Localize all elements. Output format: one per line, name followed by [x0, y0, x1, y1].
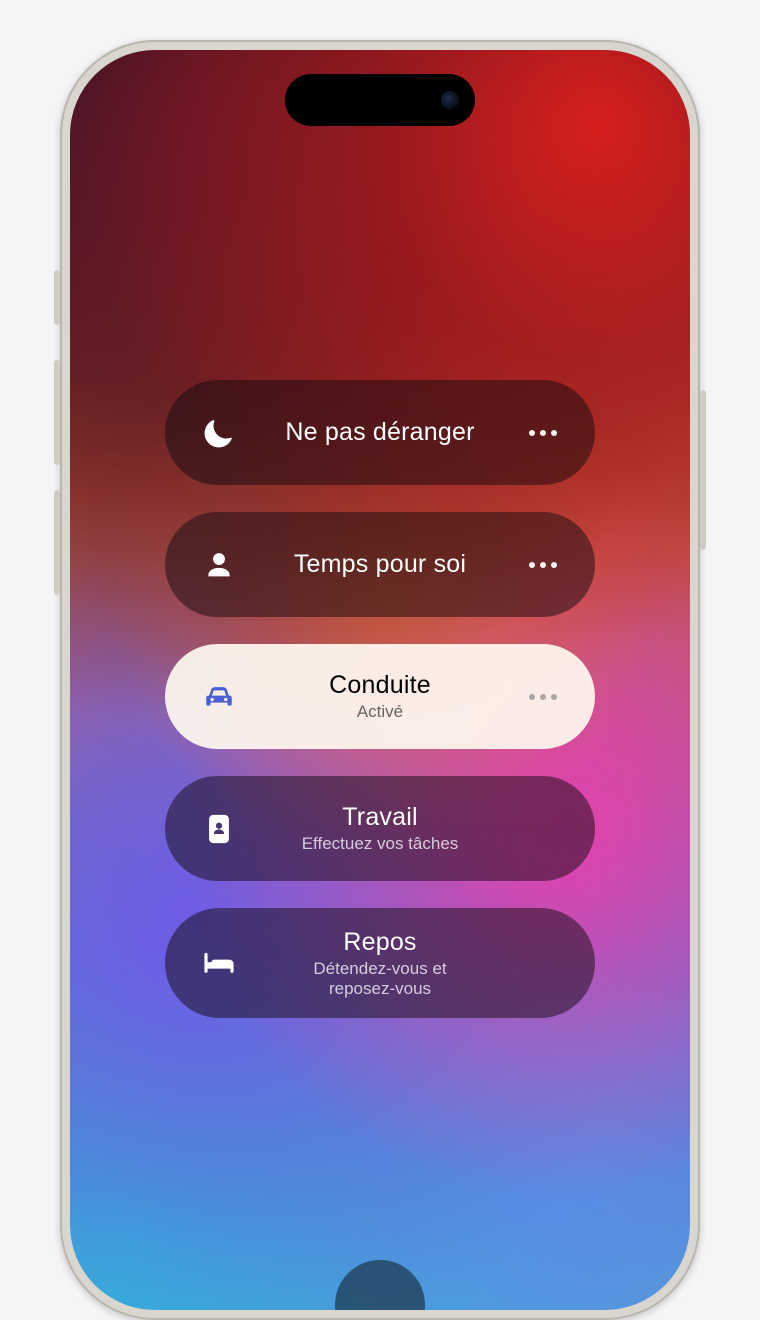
focus-item-subtitle: Activé: [251, 702, 509, 722]
screen: Ne pas déranger Temps pour soi: [70, 50, 690, 1310]
focus-item-title: Ne pas déranger: [251, 418, 509, 447]
car-icon: [197, 680, 241, 714]
person-icon: [197, 548, 241, 582]
add-focus-button[interactable]: [335, 1260, 425, 1310]
focus-item-sleep[interactable]: Repos Détendez-vous et reposez-vous: [165, 908, 595, 1018]
focus-item-driving[interactable]: Conduite Activé: [165, 644, 595, 749]
volume-up-button: [54, 360, 60, 465]
more-icon[interactable]: [523, 694, 563, 700]
moon-icon: [197, 416, 241, 450]
dynamic-island: [285, 74, 475, 126]
focus-item-title: Travail: [251, 803, 509, 832]
iphone-frame: Ne pas déranger Temps pour soi: [60, 40, 700, 1320]
focus-modes-list: Ne pas déranger Temps pour soi: [165, 380, 595, 1018]
more-icon[interactable]: [523, 562, 563, 568]
focus-item-dnd[interactable]: Ne pas déranger: [165, 380, 595, 485]
more-icon[interactable]: [523, 430, 563, 436]
focus-item-title: Temps pour soi: [251, 550, 509, 579]
volume-down-button: [54, 490, 60, 595]
ring-switch: [54, 270, 60, 325]
focus-item-personal[interactable]: Temps pour soi: [165, 512, 595, 617]
focus-item-title: Repos: [251, 928, 509, 957]
focus-item-work[interactable]: Travail Effectuez vos tâches: [165, 776, 595, 881]
power-button: [700, 390, 706, 550]
focus-item-subtitle: Détendez-vous et reposez-vous: [251, 959, 509, 998]
focus-item-subtitle: Effectuez vos tâches: [251, 834, 509, 854]
bed-icon: [197, 946, 241, 980]
badge-icon: [197, 812, 241, 846]
focus-item-title: Conduite: [251, 671, 509, 700]
